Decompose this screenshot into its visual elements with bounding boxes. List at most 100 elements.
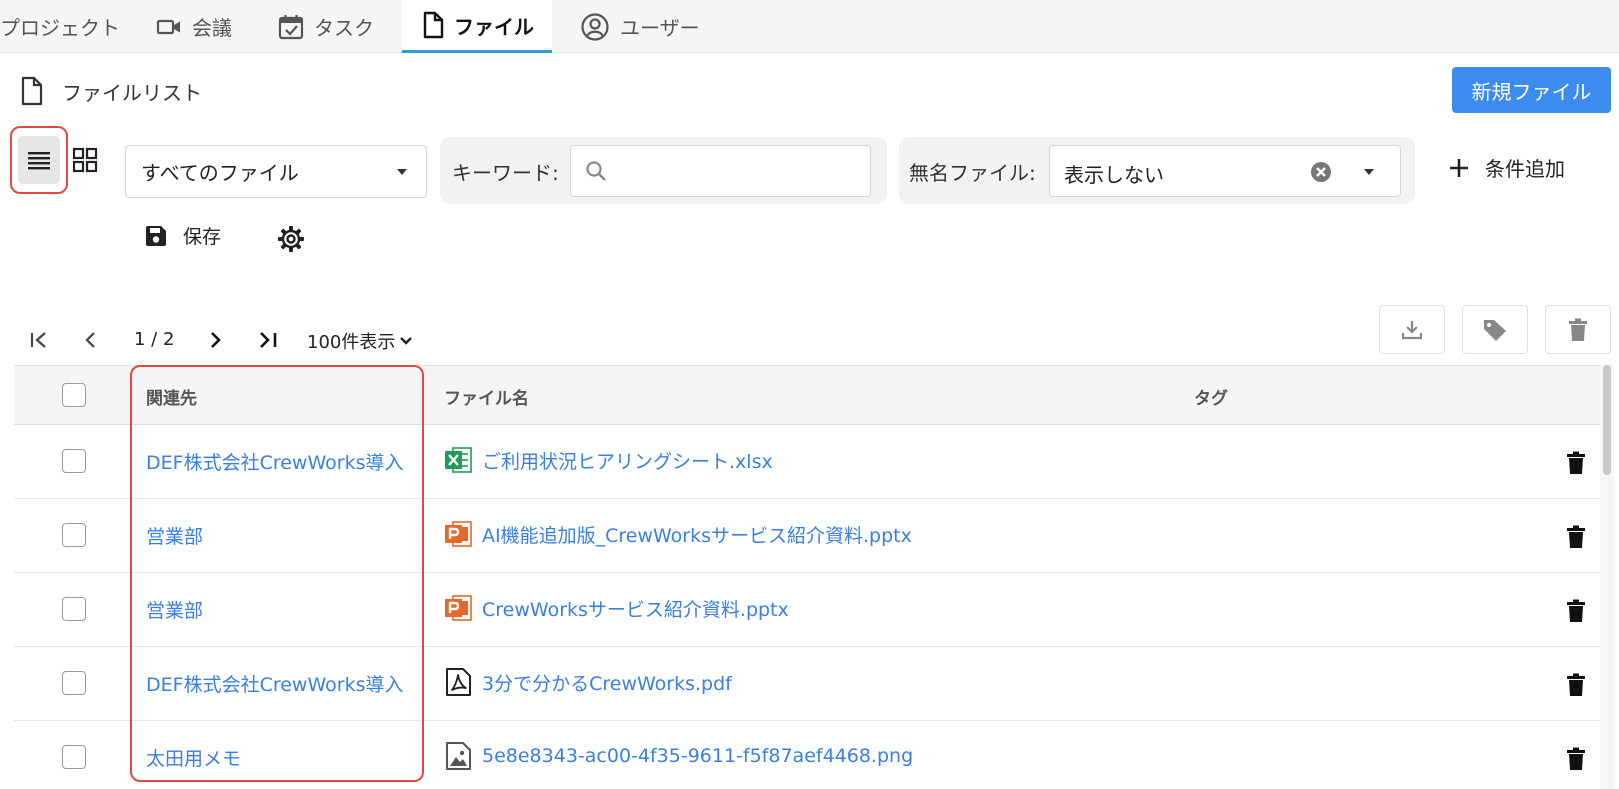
gear-icon	[277, 225, 305, 253]
clear-icon[interactable]	[1310, 161, 1332, 183]
save-icon	[144, 224, 168, 248]
tab-label: ユーザー	[620, 16, 700, 40]
powerpoint-file-icon	[444, 519, 472, 549]
row-checkbox[interactable]	[62, 523, 86, 547]
grid-view-toggle[interactable]	[70, 145, 100, 175]
related-link[interactable]: 営業部	[146, 596, 203, 623]
new-file-button[interactable]: 新規ファイル	[1452, 67, 1611, 113]
related-link[interactable]: DEF株式会社CrewWorks導入	[146, 670, 403, 697]
file-name: ご利用状況ヒアリングシート.xlsx	[482, 450, 773, 473]
keyword-label: キーワード:	[452, 161, 559, 185]
tab-users[interactable]: ユーザー	[580, 0, 720, 53]
file-icon	[422, 11, 444, 39]
keyword-input[interactable]	[619, 154, 863, 190]
settings-button[interactable]	[277, 225, 305, 253]
page-title-text: ファイルリスト	[62, 80, 202, 105]
row-checkbox[interactable]	[62, 449, 86, 473]
list-view-toggle[interactable]	[10, 126, 68, 194]
next-page-icon[interactable]	[204, 329, 226, 351]
table-row: 営業部 CrewWorksサービス紹介資料.pptx	[14, 573, 1601, 647]
table-row: DEF株式会社CrewWorks導入 3分で分かるCrewWorks.pdf	[14, 647, 1601, 721]
list-view-icon	[27, 150, 51, 170]
file-link[interactable]: ご利用状況ヒアリングシート.xlsx	[444, 445, 773, 475]
keyword-filter: キーワード:	[440, 137, 887, 204]
add-condition-label: 条件追加	[1485, 157, 1565, 181]
file-icon	[20, 76, 44, 106]
file-scope-select[interactable]: すべてのファイル	[125, 145, 427, 198]
video-icon	[156, 17, 182, 37]
table-row: 営業部 AI機能追加版_CrewWorksサービス紹介資料.pptx	[14, 499, 1601, 573]
file-link[interactable]: 3分で分かるCrewWorks.pdf	[444, 667, 732, 697]
file-link[interactable]: AI機能追加版_CrewWorksサービス紹介資料.pptx	[444, 519, 912, 549]
trash-icon[interactable]	[1566, 599, 1586, 623]
unnamed-file-label: 無名ファイル:	[909, 161, 1036, 185]
table-row: 太田用メモ 5e8e8343-ac00-4f35-9611-f5f87aef44…	[14, 721, 1601, 789]
tag-icon	[1482, 318, 1508, 342]
download-button[interactable]	[1379, 305, 1445, 354]
page-indicator: 1 / 2	[134, 329, 175, 350]
per-page-select[interactable]: 100件表示	[307, 328, 413, 354]
search-icon	[585, 160, 607, 182]
related-link[interactable]: 太田用メモ	[146, 744, 241, 771]
column-file-name[interactable]: ファイル名	[444, 384, 529, 409]
trash-icon	[1568, 318, 1588, 342]
page-title: ファイルリスト	[20, 74, 202, 108]
tab-tasks[interactable]: タスク	[278, 0, 388, 53]
tab-label: 会議	[192, 16, 232, 40]
excel-file-icon	[444, 445, 472, 475]
file-link[interactable]: 5e8e8343-ac00-4f35-9611-f5f87aef4468.png	[444, 741, 913, 771]
calendar-check-icon	[278, 13, 304, 41]
grid-view-icon	[72, 147, 98, 173]
column-tags[interactable]: タグ	[1194, 384, 1228, 409]
add-condition-button[interactable]: 条件追加	[1449, 153, 1565, 182]
unnamed-file-value: 表示しない	[1064, 163, 1164, 187]
chevron-down-icon	[396, 168, 408, 176]
scrollbar-thumb[interactable]	[1603, 365, 1611, 475]
file-name: CrewWorksサービス紹介資料.pptx	[482, 598, 789, 621]
row-checkbox[interactable]	[62, 671, 86, 695]
row-checkbox[interactable]	[62, 745, 86, 769]
first-page-icon[interactable]	[28, 329, 50, 351]
file-name: AI機能追加版_CrewWorksサービス紹介資料.pptx	[482, 524, 912, 547]
top-navigation: プロジェクト 会議 タスク ファイル ユーザー	[0, 0, 1619, 53]
tab-meetings[interactable]: 会議	[156, 0, 256, 53]
save-button[interactable]: 保存	[144, 222, 221, 249]
keyword-field[interactable]	[570, 145, 871, 197]
column-related[interactable]: 関連先	[146, 384, 197, 409]
file-scope-value: すべてのファイル	[141, 161, 299, 185]
previous-page-icon[interactable]	[80, 329, 102, 351]
tag-button[interactable]	[1462, 305, 1528, 354]
unnamed-file-select[interactable]: 表示しない	[1049, 145, 1401, 197]
trash-icon[interactable]	[1566, 451, 1586, 475]
related-link[interactable]: 営業部	[146, 522, 203, 549]
download-icon	[1400, 318, 1424, 342]
trash-icon[interactable]	[1566, 747, 1586, 771]
unnamed-file-filter: 無名ファイル: 表示しない	[899, 137, 1415, 204]
vertical-scrollbar[interactable]	[1600, 365, 1614, 789]
tab-label: プロジェクト	[0, 16, 120, 40]
related-link[interactable]: DEF株式会社CrewWorks導入	[146, 448, 403, 475]
file-link[interactable]: CrewWorksサービス紹介資料.pptx	[444, 593, 789, 623]
table-row: DEF株式会社CrewWorks導入 ご利用状況ヒアリングシート.xlsx	[14, 425, 1601, 499]
tab-label: タスク	[314, 16, 374, 40]
last-page-icon[interactable]	[256, 329, 280, 351]
file-name: 3分で分かるCrewWorks.pdf	[482, 672, 732, 695]
table-header: 関連先 ファイル名 タグ	[14, 365, 1601, 425]
user-circle-icon	[580, 12, 610, 42]
tab-files[interactable]: ファイル	[402, 0, 552, 53]
chevron-down-icon	[399, 336, 413, 346]
row-checkbox[interactable]	[62, 597, 86, 621]
pdf-file-icon	[444, 667, 472, 697]
chevron-down-icon	[1363, 168, 1375, 176]
tab-label: ファイル	[454, 14, 534, 39]
trash-icon[interactable]	[1566, 673, 1586, 697]
file-table: 関連先 ファイル名 タグ DEF株式会社CrewWorks導入 ご利用状況ヒアリ…	[14, 365, 1601, 789]
save-label: 保存	[183, 226, 222, 248]
file-name: 5e8e8343-ac00-4f35-9611-f5f87aef4468.png	[482, 745, 914, 767]
per-page-value: 100件表示	[307, 332, 396, 353]
bulk-delete-button[interactable]	[1545, 305, 1611, 354]
trash-icon[interactable]	[1566, 525, 1586, 549]
plus-icon	[1449, 158, 1469, 178]
select-all-checkbox[interactable]	[62, 383, 86, 407]
tab-projects[interactable]: プロジェクト	[0, 0, 140, 53]
